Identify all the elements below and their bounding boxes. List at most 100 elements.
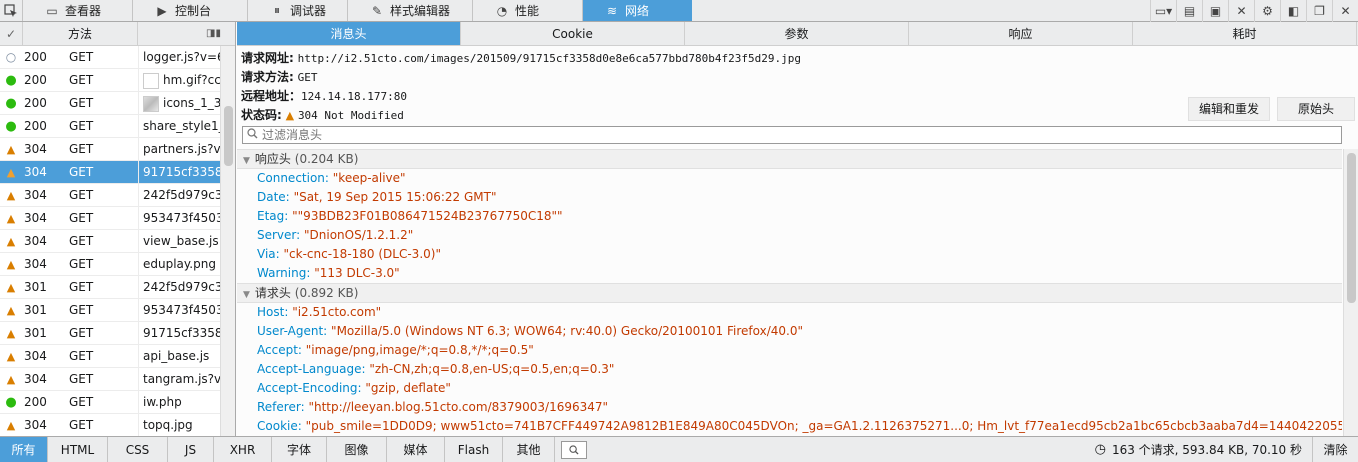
status-warning-icon: ▲ bbox=[6, 303, 16, 317]
header-name: Accept-Encoding: bbox=[257, 381, 362, 395]
header-value: "zh-CN,zh;q=0.8,en-US;q=0.5,en;q=0.3" bbox=[369, 362, 615, 376]
style-editor-icon: ✎ bbox=[371, 3, 383, 18]
file-name: hm.gif?cc= bbox=[163, 73, 220, 87]
filter-headers-box[interactable] bbox=[242, 126, 1342, 144]
status-ok-icon: ● bbox=[5, 118, 17, 134]
detail-tab[interactable]: 参数 bbox=[685, 22, 909, 45]
details-tabs: 消息头 Cookie 参数 响应 耗时 bbox=[237, 22, 1358, 46]
header-line[interactable]: Referer: "http://leeyan.blog.51cto.com/8… bbox=[237, 398, 1342, 417]
warning-icon: ▲ bbox=[285, 109, 295, 122]
detail-tab[interactable]: 消息头 bbox=[237, 22, 461, 45]
headers-scrollbar[interactable] bbox=[1343, 149, 1358, 436]
split-console-icon[interactable]: ▤ bbox=[1176, 0, 1202, 22]
header-value: ""93BDB23F01B086471524B23767750C18"" bbox=[292, 209, 563, 223]
detail-tab[interactable]: Cookie bbox=[461, 22, 685, 45]
tab-style-editor[interactable]: ✎ 样式编辑器 bbox=[347, 0, 472, 21]
close-toolbox-icon[interactable]: ✕ bbox=[1332, 0, 1358, 22]
filter-5[interactable]: 字体 bbox=[272, 437, 327, 462]
header-line[interactable]: Accept-Encoding: "gzip, deflate" bbox=[237, 379, 1342, 398]
header-name: Host: bbox=[257, 305, 289, 319]
detail-tab[interactable]: 耗时 bbox=[1133, 22, 1357, 45]
request-method: GET bbox=[69, 211, 94, 225]
file-name: 242f5d979c3ed bbox=[143, 188, 220, 202]
filter-headers-input[interactable] bbox=[262, 128, 1262, 142]
header-line[interactable]: Cookie: "pub_smile=1DD0D9; www51cto=741B… bbox=[237, 417, 1342, 436]
gear-icon[interactable]: ⚙ bbox=[1254, 0, 1280, 22]
request-row[interactable]: ▲ 304 GET api_base.js bbox=[0, 345, 220, 368]
request-row[interactable]: ▲ 304 GET 242f5d979c3ed bbox=[0, 184, 220, 207]
filter-7[interactable]: 媒体 bbox=[387, 437, 445, 462]
filter-2[interactable]: CSS bbox=[108, 437, 168, 462]
collapse-arrow-icon: ▼ bbox=[243, 290, 250, 300]
response-headers-section[interactable]: ▼ 响应头 (0.204 KB) bbox=[237, 149, 1342, 169]
tab-network[interactable]: ≋ 网络 bbox=[582, 0, 692, 21]
filter-6[interactable]: 图像 bbox=[327, 437, 387, 462]
header-line[interactable]: Accept-Language: "zh-CN,zh;q=0.8,en-US;q… bbox=[237, 360, 1342, 379]
header-line[interactable]: Etag: ""93BDB23F01B086471524B23767750C18… bbox=[237, 207, 1342, 226]
dock-options-icon[interactable]: ▭▾ bbox=[1150, 0, 1176, 22]
dock-side-icon[interactable]: ◧ bbox=[1280, 0, 1306, 22]
request-row[interactable]: ○ 200 GET logger.js?v=60 bbox=[0, 46, 220, 69]
status-ok-icon: ● bbox=[5, 95, 17, 111]
toggle-sidebar-icon[interactable]: ◨▮ bbox=[138, 28, 235, 39]
image-thumbnail bbox=[143, 72, 159, 89]
request-headers-section[interactable]: ▼ 请求头 (0.892 KB) bbox=[237, 283, 1342, 303]
edit-resend-button[interactable]: 编辑和重发 bbox=[1188, 97, 1270, 121]
devtools-toolbar: ▭ 查看器 ▶ 控制台 ⏸ 调试器 ✎ 样式编辑器 ◔ 性能 ≋ 网络 ▭▾ ▤ ▣ ✕ ⚙ ◧ ❐ … bbox=[0, 0, 1358, 22]
request-list-scrollbar[interactable] bbox=[220, 46, 235, 436]
request-row[interactable]: ▲ 304 GET eduplay.png bbox=[0, 253, 220, 276]
header-line[interactable]: Connection: "keep-alive" bbox=[237, 169, 1342, 188]
file-cell: icons_1_32 bbox=[138, 92, 220, 114]
tab-debugger[interactable]: ⏸ 调试器 bbox=[247, 0, 347, 21]
header-line[interactable]: Server: "DnionOS/1.2.1.2" bbox=[237, 226, 1342, 245]
tab-inspector[interactable]: ▭ 查看器 bbox=[22, 0, 132, 21]
header-line[interactable]: Host: "i2.51cto.com" bbox=[237, 303, 1342, 322]
screenshot-icon[interactable]: ▣ bbox=[1202, 0, 1228, 22]
request-row[interactable]: ▲ 301 GET 242f5d979c3ed bbox=[0, 276, 220, 299]
request-row[interactable]: ● 200 GET iw.php bbox=[0, 391, 220, 414]
request-row[interactable]: ▲ 301 GET 91715cf3358d0 bbox=[0, 322, 220, 345]
file-cell: 953473f4503bc bbox=[138, 207, 220, 229]
close-icon[interactable]: ✕ bbox=[1228, 0, 1254, 22]
request-row[interactable]: ▲ 304 GET partners.js?v=9 bbox=[0, 138, 220, 161]
file-name: share_style1_32 bbox=[143, 119, 220, 133]
file-name: 953473f4503bc bbox=[143, 303, 220, 317]
search-requests-icon[interactable] bbox=[561, 441, 587, 459]
clear-button[interactable]: 清除 bbox=[1312, 437, 1358, 462]
undock-icon[interactable]: ❐ bbox=[1306, 0, 1332, 22]
filter-8[interactable]: Flash bbox=[445, 437, 503, 462]
header-line[interactable]: Accept: "image/png,image/*;q=0.8,*/*;q=0… bbox=[237, 341, 1342, 360]
inspector-icon: ▭ bbox=[46, 3, 58, 18]
request-row[interactable]: ▲ 301 GET 953473f4503bc bbox=[0, 299, 220, 322]
request-row[interactable]: ● 200 GET hm.gif?cc= bbox=[0, 69, 220, 92]
request-row[interactable]: ▲ 304 GET tangram.js?v=1 bbox=[0, 368, 220, 391]
method-column-header[interactable]: 方法 bbox=[22, 22, 138, 45]
filter-0[interactable]: 所有 bbox=[0, 437, 48, 462]
request-row[interactable]: ▲ 304 GET topq.jpg bbox=[0, 414, 220, 436]
status-code: 301 bbox=[24, 326, 47, 340]
filter-4[interactable]: XHR bbox=[214, 437, 272, 462]
request-row[interactable]: ▲ 304 GET 953473f4503bc bbox=[0, 207, 220, 230]
tab-console[interactable]: ▶ 控制台 bbox=[132, 0, 247, 21]
network-summary[interactable]: ◷ 163 个请求, 593.84 KB, 70.10 秒 bbox=[1095, 437, 1312, 462]
request-row[interactable]: ▲ 304 GET view_base.js bbox=[0, 230, 220, 253]
header-line[interactable]: Date: "Sat, 19 Sep 2015 15:06:22 GMT" bbox=[237, 188, 1342, 207]
request-url-label: 请求网址: bbox=[241, 51, 294, 65]
header-line[interactable]: User-Agent: "Mozilla/5.0 (Windows NT 6.3… bbox=[237, 322, 1342, 341]
detail-tab[interactable]: 响应 bbox=[909, 22, 1133, 45]
request-row[interactable]: ● 200 GET icons_1_32 bbox=[0, 92, 220, 115]
filter-3[interactable]: JS bbox=[168, 437, 214, 462]
tab-performance[interactable]: ◔ 性能 bbox=[472, 0, 582, 21]
clock-icon: ◷ bbox=[1094, 442, 1106, 457]
raw-headers-button[interactable]: 原始头 bbox=[1277, 97, 1355, 121]
status-column-header[interactable]: ✓ bbox=[0, 27, 22, 41]
request-row[interactable]: ▲ 304 GET 91715cf3358d0 bbox=[0, 161, 220, 184]
filter-1[interactable]: HTML bbox=[48, 437, 108, 462]
pick-element-icon[interactable] bbox=[0, 0, 22, 21]
filter-9[interactable]: 其他 bbox=[503, 437, 555, 462]
header-line[interactable]: Warning: "113 DLC-3.0" bbox=[237, 264, 1342, 283]
header-line[interactable]: Via: "ck-cnc-18-180 (DLC-3.0)" bbox=[237, 245, 1342, 264]
filter-bar: 所有 HTML CSS JS XHR 字体 图像 媒体 Flash 其他 ◷ 163 个请求, 5… bbox=[0, 436, 1358, 462]
header-name: Accept-Language: bbox=[257, 362, 366, 376]
request-row[interactable]: ● 200 GET share_style1_32 bbox=[0, 115, 220, 138]
